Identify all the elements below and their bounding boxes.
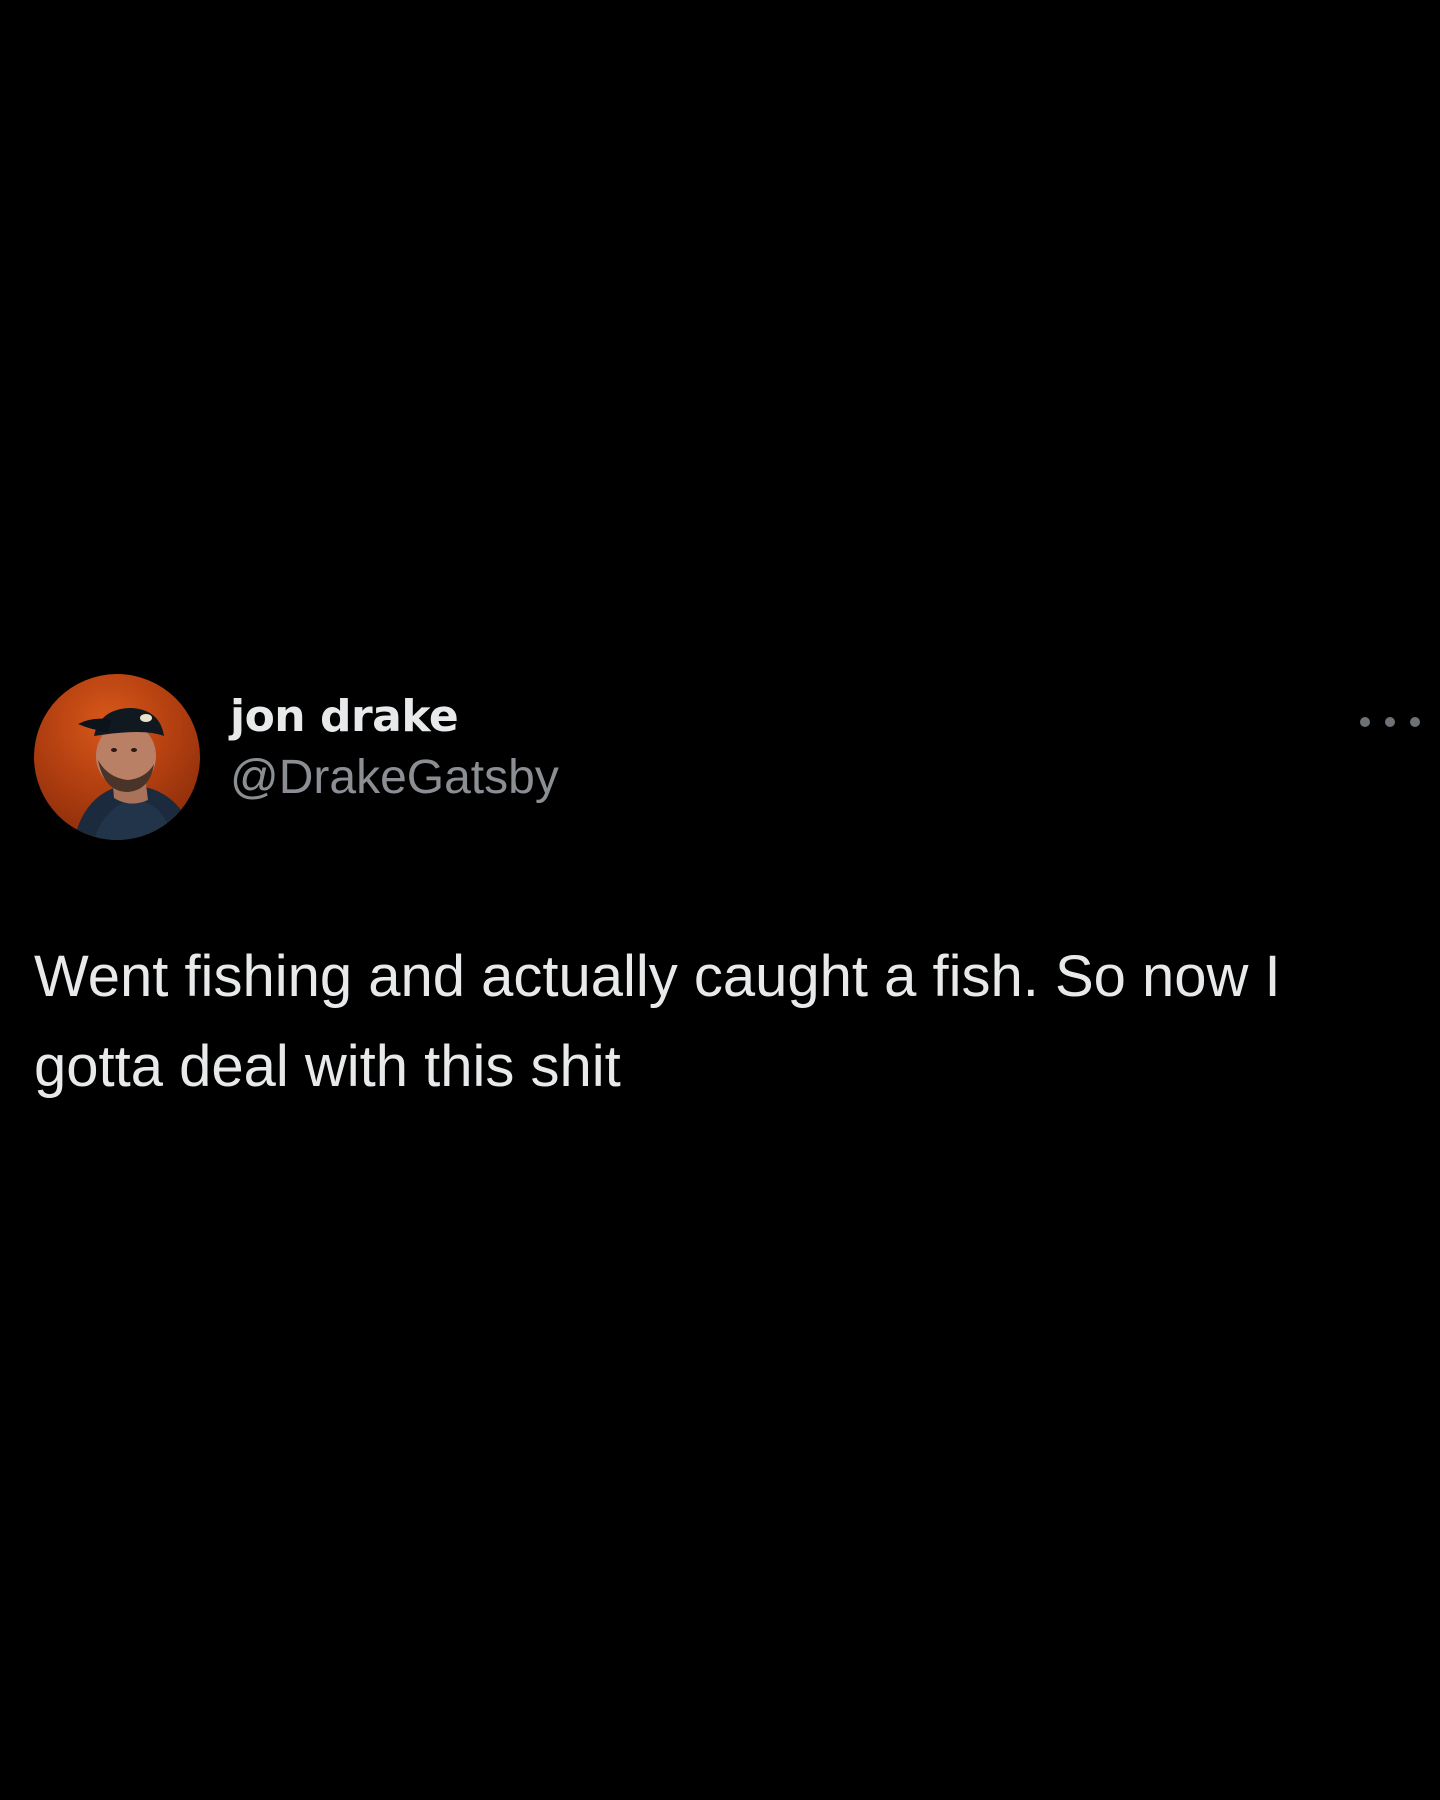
ellipsis-icon xyxy=(1360,717,1370,727)
more-options-button[interactable] xyxy=(1360,710,1420,734)
tweet-card: jon drake @DrakeGatsby Went fishing and … xyxy=(34,672,1420,1112)
author-display-name[interactable]: jon drake xyxy=(230,690,559,744)
author-names: jon drake @DrakeGatsby xyxy=(230,690,559,808)
tweet-text: Went fishing and actually caught a fish.… xyxy=(34,932,1420,1112)
author-handle[interactable]: @DrakeGatsby xyxy=(230,748,559,808)
ellipsis-icon xyxy=(1410,717,1420,727)
tweet-text-line: Went fishing and actually caught a fish.… xyxy=(34,944,1281,1009)
tweet-page: jon drake @DrakeGatsby Went fishing and … xyxy=(0,0,1440,1800)
tweet-header: jon drake @DrakeGatsby xyxy=(34,672,1420,840)
avatar-photo-icon xyxy=(74,708,184,840)
avatar[interactable] xyxy=(34,674,200,840)
tweet-text-line: gotta deal with this shit xyxy=(34,1034,621,1099)
ellipsis-icon xyxy=(1385,717,1395,727)
